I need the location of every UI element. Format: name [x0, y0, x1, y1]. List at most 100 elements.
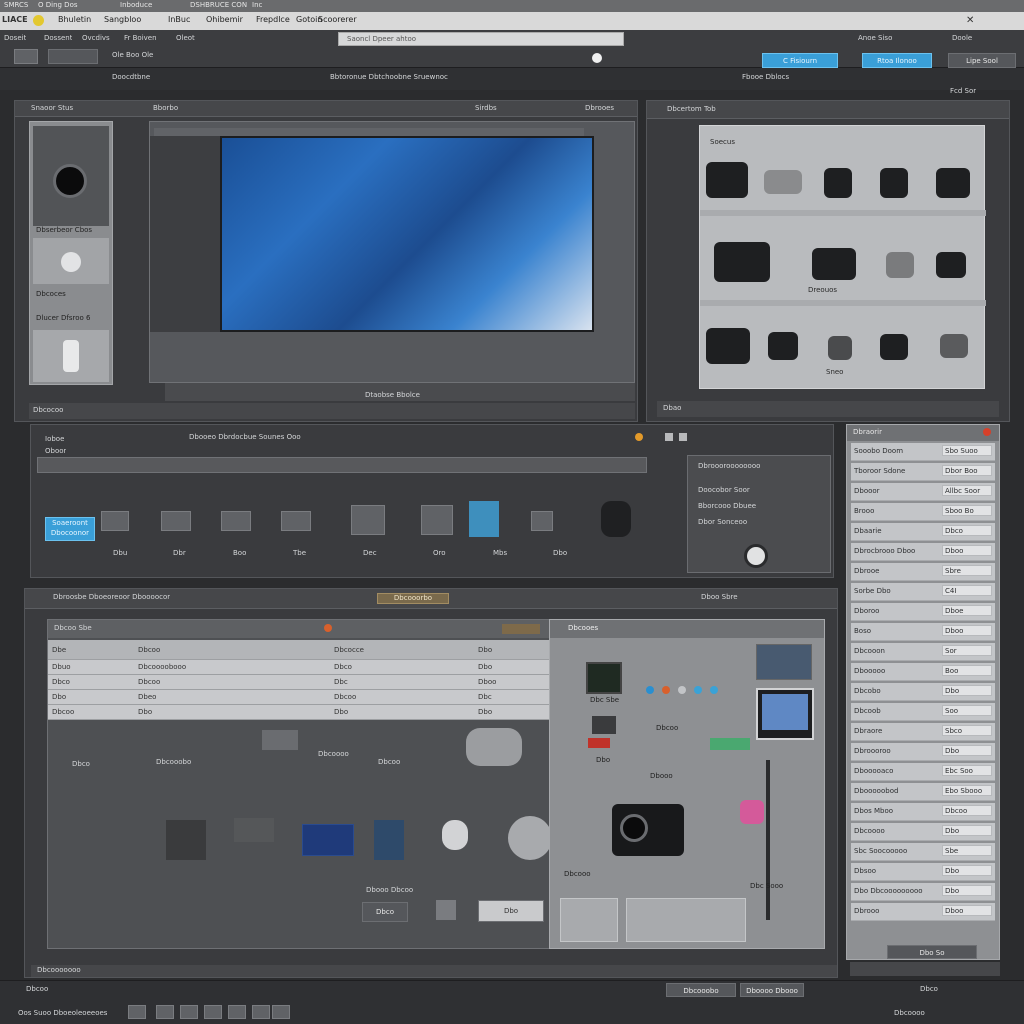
tab-preview-3[interactable]: Dbrooes [585, 104, 614, 112]
property-value-field[interactable]: Sor [942, 645, 992, 656]
workspace-right-item-1[interactable] [592, 716, 616, 734]
channel-icon-2[interactable] [161, 511, 191, 531]
property-row[interactable]: Dbrooe Sbre [851, 563, 995, 581]
camera-thumb-4[interactable] [880, 168, 908, 198]
workspace-item-4[interactable] [302, 824, 354, 856]
property-value-field[interactable]: Dboe [942, 605, 992, 616]
property-value-field[interactable]: Dbo [942, 865, 992, 876]
workspace-right-card-2[interactable] [626, 898, 746, 942]
camera-thumb-3[interactable] [824, 168, 852, 198]
property-row[interactable]: Dbcobo Dbo [851, 683, 995, 701]
statusbar-icon-2[interactable] [156, 1005, 174, 1019]
toolbar-item-5[interactable]: Oleot [176, 34, 195, 42]
dial-icon[interactable] [744, 544, 768, 568]
statusbar-icon-6[interactable] [252, 1005, 270, 1019]
sidebar-item-3[interactable]: Dlucer Dfsroo 6 [36, 314, 91, 322]
mixer-right-row-2[interactable]: Bborcooo Dbuee [698, 502, 756, 510]
property-row[interactable]: Dbrooo Dboo [851, 903, 995, 921]
property-row[interactable]: Dboroo Dboe [851, 603, 995, 621]
sidebar-card-3[interactable] [33, 330, 109, 382]
toolbar-item-2[interactable]: Dossent [44, 34, 72, 42]
secondary-button[interactable]: Lipe Sool [948, 53, 1016, 68]
microphone-icon[interactable] [601, 501, 631, 537]
camera-thumb-5[interactable] [936, 168, 970, 198]
property-value-field[interactable]: Dbcoo [942, 805, 992, 816]
color-dot-1[interactable] [646, 686, 654, 694]
statusbar-icon-5[interactable] [228, 1005, 246, 1019]
property-value-field[interactable]: Boo [942, 665, 992, 676]
tab-preview-2[interactable]: Sirdbs [475, 104, 497, 112]
property-row[interactable]: Dbooooobod Ebo Sbooo [851, 783, 995, 801]
menu-item-5[interactable]: Frepdlce [256, 15, 290, 24]
property-row[interactable]: Dbo Dbcooooooooo Dbo [851, 883, 995, 901]
property-row[interactable]: Sbc Soocooooo Sbe [851, 843, 995, 861]
channel-icon-8[interactable] [531, 511, 553, 531]
property-value-field[interactable]: C4I [942, 585, 992, 596]
property-value-field[interactable]: Dbo [942, 825, 992, 836]
toolbar-item-4[interactable]: Fr Boiven [124, 34, 157, 42]
sidebar-item-1[interactable]: Dbserbeor Cbos [36, 226, 92, 234]
table-row[interactable]: Dbuo Dbcoooobooo Dbco Dbo [48, 660, 572, 675]
workspace-item-6[interactable] [442, 820, 468, 850]
property-row[interactable]: Dbos Mboo Dbcoo [851, 803, 995, 821]
property-value-field[interactable]: Dboo [942, 625, 992, 636]
channel-icon-5[interactable] [351, 505, 385, 535]
toolbar-item-1[interactable]: Doseit [4, 34, 26, 42]
property-row[interactable]: Dbroooroo Dbo [851, 743, 995, 761]
statusbar-icon-3[interactable] [180, 1005, 198, 1019]
property-row[interactable]: Dbcoooo Dbo [851, 823, 995, 841]
color-dot-4[interactable] [694, 686, 702, 694]
property-value-field[interactable]: Dbo [942, 885, 992, 896]
camera-thumb-7[interactable] [812, 248, 856, 280]
close-icon[interactable]: ✕ [966, 15, 974, 26]
properties-footer-button[interactable]: Dbo So [887, 945, 977, 959]
channel-icon-1[interactable] [101, 511, 129, 531]
cylinder-device-icon[interactable] [466, 728, 522, 766]
color-dot-3[interactable] [678, 686, 686, 694]
property-value-field[interactable]: Dbo [942, 685, 992, 696]
statusbar-icon-4[interactable] [204, 1005, 222, 1019]
workspace-toolbar-button[interactable] [502, 624, 540, 634]
property-value-field[interactable]: Soo [942, 705, 992, 716]
camera-thumb-2[interactable] [764, 170, 802, 194]
property-row[interactable]: Dbrocbrooo Dboo Dboo [851, 543, 995, 561]
monitor-thumb-1[interactable] [586, 662, 622, 694]
workspace-item-2[interactable] [166, 820, 206, 860]
property-value-field[interactable]: Sbe [942, 845, 992, 856]
statusbar-button-2[interactable]: Dboooo Dbooo [740, 983, 804, 997]
workspace-right-item-2[interactable] [588, 738, 610, 748]
ribbon-mid[interactable]: Bbtoronue Dbtchoobne Sruewnoc [330, 73, 448, 81]
video-preview[interactable] [220, 136, 594, 332]
camera-thumb-10[interactable] [706, 328, 750, 364]
table-row[interactable]: Dbo Dbeo Dbcoo Dbc [48, 690, 572, 705]
property-row[interactable]: Dbaarie Dbco [851, 523, 995, 541]
menu-item-2[interactable]: Sangbloo [104, 15, 141, 24]
property-value-field[interactable]: Dbor Boo [942, 465, 992, 476]
camera-thumb-12[interactable] [828, 336, 852, 360]
camera-thumb-6[interactable] [714, 242, 770, 282]
property-value-field[interactable]: Dboo [942, 905, 992, 916]
channel-icon-6[interactable] [421, 505, 453, 535]
property-row[interactable]: Dbooooo Boo [851, 663, 995, 681]
search-input[interactable]: Saoncl Dpeer ahtoo [338, 32, 624, 46]
statusbar-icon-7[interactable] [272, 1005, 290, 1019]
property-row[interactable]: Brooo Sboo Bo [851, 503, 995, 521]
window-icon[interactable] [679, 433, 687, 441]
camera-thumb-14[interactable] [940, 334, 968, 358]
sidebar-card-2[interactable] [33, 238, 109, 284]
property-row[interactable]: Sorbe Dbo C4I [851, 583, 995, 601]
workspace-item-1[interactable] [262, 730, 298, 750]
property-row[interactable]: Sooobo Doom Sbo Suoo [851, 443, 995, 461]
toggle-icon[interactable] [592, 53, 602, 63]
close-dot-icon[interactable] [983, 428, 991, 436]
workspace-item-8[interactable] [436, 900, 456, 920]
statusbar-button-1[interactable]: Dbcooobo [666, 983, 736, 997]
menu-item-8[interactable]: Scoorerer [318, 15, 357, 24]
cancel-button[interactable]: Dbo [478, 900, 544, 922]
mixer-timeline[interactable] [37, 457, 647, 473]
tab-workspace-right[interactable]: Dbcooes [568, 624, 598, 632]
property-value-field[interactable]: Dbo [942, 745, 992, 756]
property-value-field[interactable]: Sboo Bo [942, 505, 992, 516]
color-dot-5[interactable] [710, 686, 718, 694]
menu-item-4[interactable]: Ohibemir [206, 15, 243, 24]
